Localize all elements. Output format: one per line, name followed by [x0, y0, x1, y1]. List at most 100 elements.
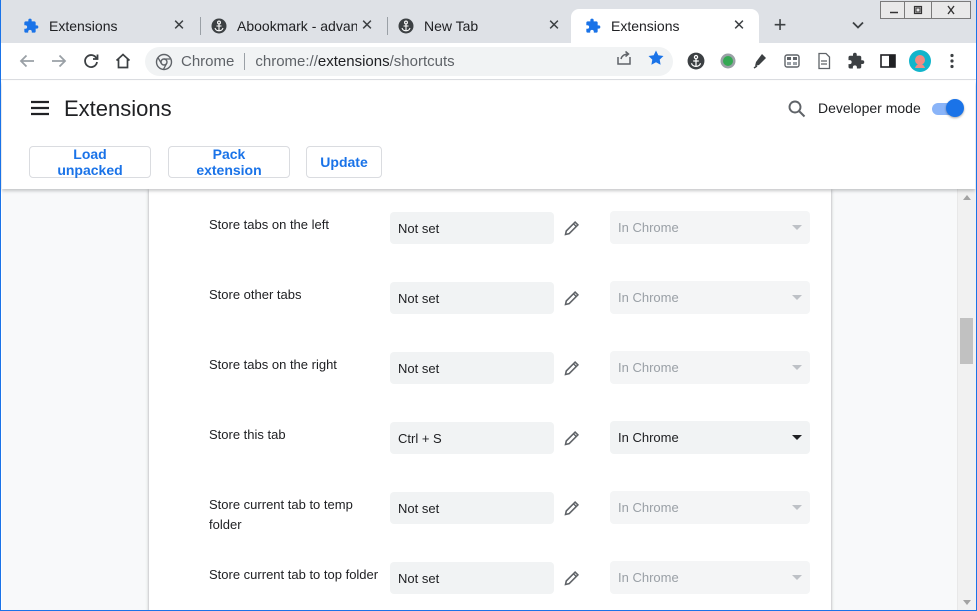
- hamburger-menu-icon[interactable]: [28, 98, 52, 118]
- browser-window: Extensions ✕ Abookmark - advanc ✕ New Ta…: [0, 0, 977, 611]
- scope-select: In Chrome: [610, 561, 810, 594]
- close-window-button[interactable]: [931, 1, 971, 19]
- shortcut-row: Store this tab Ctrl + S In Chrome: [149, 419, 831, 489]
- pencil-edit-icon[interactable]: [562, 358, 582, 378]
- close-icon[interactable]: ✕: [731, 18, 747, 34]
- vertical-scrollbar[interactable]: [957, 189, 976, 610]
- dropdown-caret-icon: [792, 435, 802, 440]
- scrollbar-thumb[interactable]: [960, 318, 973, 364]
- command-label: Store tabs on the left: [209, 217, 329, 232]
- toggle-knob: [946, 99, 964, 117]
- anchor-icon: [398, 18, 414, 34]
- scope-select-value: In Chrome: [618, 360, 679, 375]
- back-arrow-icon[interactable]: [15, 49, 39, 73]
- update-button[interactable]: Update: [306, 146, 382, 178]
- shortcut-row: Store tabs on the right Not set In Chrom…: [149, 349, 831, 419]
- tab-search-chevron-icon[interactable]: [847, 14, 869, 36]
- tab-title: Extensions: [49, 18, 118, 34]
- extensions-header: Extensions Developer mode Load unpacked …: [2, 81, 975, 189]
- shortcut-input[interactable]: Ctrl + S: [390, 422, 554, 454]
- command-label: Store current tab to temp folder: [209, 497, 353, 532]
- anchor-icon: [211, 18, 227, 34]
- scope-select: In Chrome: [610, 491, 810, 524]
- url-host: extensions: [317, 53, 390, 70]
- scope-select-value: In Chrome: [618, 500, 679, 515]
- scroll-up-arrow-icon[interactable]: [963, 195, 971, 200]
- tab-title: Extensions: [611, 18, 680, 34]
- command-label: Store other tabs: [209, 287, 302, 302]
- close-icon[interactable]: ✕: [171, 18, 187, 34]
- developer-mode-label: Developer mode: [818, 100, 921, 116]
- shortcut-input[interactable]: Not set: [390, 352, 554, 384]
- new-tab-button[interactable]: +: [769, 14, 791, 36]
- anchor-extension-icon[interactable]: [684, 49, 708, 73]
- search-icon[interactable]: [787, 99, 807, 119]
- pen-extension-icon[interactable]: [748, 49, 772, 73]
- shortcut-input[interactable]: Not set: [390, 562, 554, 594]
- tab-new-tab[interactable]: New Tab ✕: [384, 9, 574, 43]
- shortcut-input[interactable]: Not set: [390, 492, 554, 524]
- extensions-puzzle-icon[interactable]: [844, 49, 868, 73]
- share-icon[interactable]: [615, 49, 633, 67]
- load-unpacked-button[interactable]: Load unpacked: [29, 146, 151, 178]
- tab-title: Abookmark - advanc: [237, 18, 357, 34]
- shortcut-row: Store current tab to top folder Not set …: [149, 559, 831, 610]
- close-icon[interactable]: ✕: [359, 18, 375, 34]
- scope-select-value: In Chrome: [618, 290, 679, 305]
- document-extension-icon[interactable]: [812, 49, 836, 73]
- pencil-edit-icon[interactable]: [562, 498, 582, 518]
- home-icon[interactable]: [111, 49, 135, 73]
- shortcut-input[interactable]: Not set: [390, 282, 554, 314]
- tab-extensions-1[interactable]: Extensions ✕: [9, 9, 199, 43]
- tab-extensions-active[interactable]: Extensions ✕: [571, 9, 759, 43]
- reload-icon[interactable]: [79, 49, 103, 73]
- browser-toolbar: Chrome chrome://extensions/shortcuts: [1, 43, 976, 80]
- side-panel-icon[interactable]: [876, 49, 900, 73]
- close-icon[interactable]: ✕: [546, 18, 562, 34]
- pencil-edit-icon[interactable]: [562, 288, 582, 308]
- scope-select[interactable]: In Chrome: [610, 421, 810, 454]
- site-name: Chrome: [181, 53, 235, 70]
- shortcut-input[interactable]: Not set: [390, 212, 554, 244]
- pencil-edit-icon[interactable]: [562, 568, 582, 588]
- dropdown-caret-icon: [792, 575, 802, 580]
- command-label: Store tabs on the right: [209, 357, 337, 372]
- grid-extension-icon[interactable]: [780, 49, 804, 73]
- scope-select-value: In Chrome: [618, 430, 679, 445]
- pencil-edit-icon[interactable]: [562, 428, 582, 448]
- url-scheme: chrome://: [255, 53, 318, 70]
- tab-abookmark[interactable]: Abookmark - advanc ✕: [197, 9, 387, 43]
- command-label: Store current tab to top folder: [209, 567, 379, 582]
- pencil-edit-icon[interactable]: [562, 218, 582, 238]
- shortcuts-card: Store tabs on the left Not set In Chrome…: [149, 189, 831, 610]
- forward-arrow-icon[interactable]: [47, 49, 71, 73]
- address-bar[interactable]: Chrome chrome://extensions/shortcuts: [145, 47, 673, 76]
- dropdown-caret-icon: [792, 295, 802, 300]
- scope-select: In Chrome: [610, 351, 810, 384]
- shortcut-row: Store current tab to temp folder Not set…: [149, 489, 831, 559]
- dropdown-caret-icon: [792, 505, 802, 510]
- scope-select-value: In Chrome: [618, 570, 679, 585]
- puzzle-icon: [23, 18, 39, 34]
- developer-mode-toggle[interactable]: [930, 99, 964, 117]
- pack-extension-button[interactable]: Pack extension: [168, 146, 290, 178]
- dropdown-caret-icon: [792, 365, 802, 370]
- omnibox-divider: [244, 53, 246, 70]
- command-label: Store this tab: [209, 427, 286, 442]
- bookmark-star-icon[interactable]: [647, 49, 665, 67]
- profile-avatar[interactable]: [908, 49, 932, 73]
- maximize-button[interactable]: [904, 1, 932, 19]
- shortcut-row: Store tabs on the left Not set In Chrome: [149, 209, 831, 279]
- scope-select: In Chrome: [610, 281, 810, 314]
- green-dot-extension-icon[interactable]: [716, 49, 740, 73]
- page-title: Extensions: [64, 96, 172, 121]
- tab-title: New Tab: [424, 18, 479, 34]
- scroll-down-arrow-icon[interactable]: [963, 600, 971, 605]
- shortcuts-content: Store tabs on the left Not set In Chrome…: [2, 189, 957, 610]
- dropdown-caret-icon: [792, 225, 802, 230]
- tab-strip: Extensions ✕ Abookmark - advanc ✕ New Ta…: [1, 0, 976, 43]
- chrome-logo-icon: [155, 53, 173, 71]
- url-path: /shortcuts: [389, 53, 455, 70]
- scope-select-value: In Chrome: [618, 220, 679, 235]
- kebab-menu-icon[interactable]: [940, 49, 964, 73]
